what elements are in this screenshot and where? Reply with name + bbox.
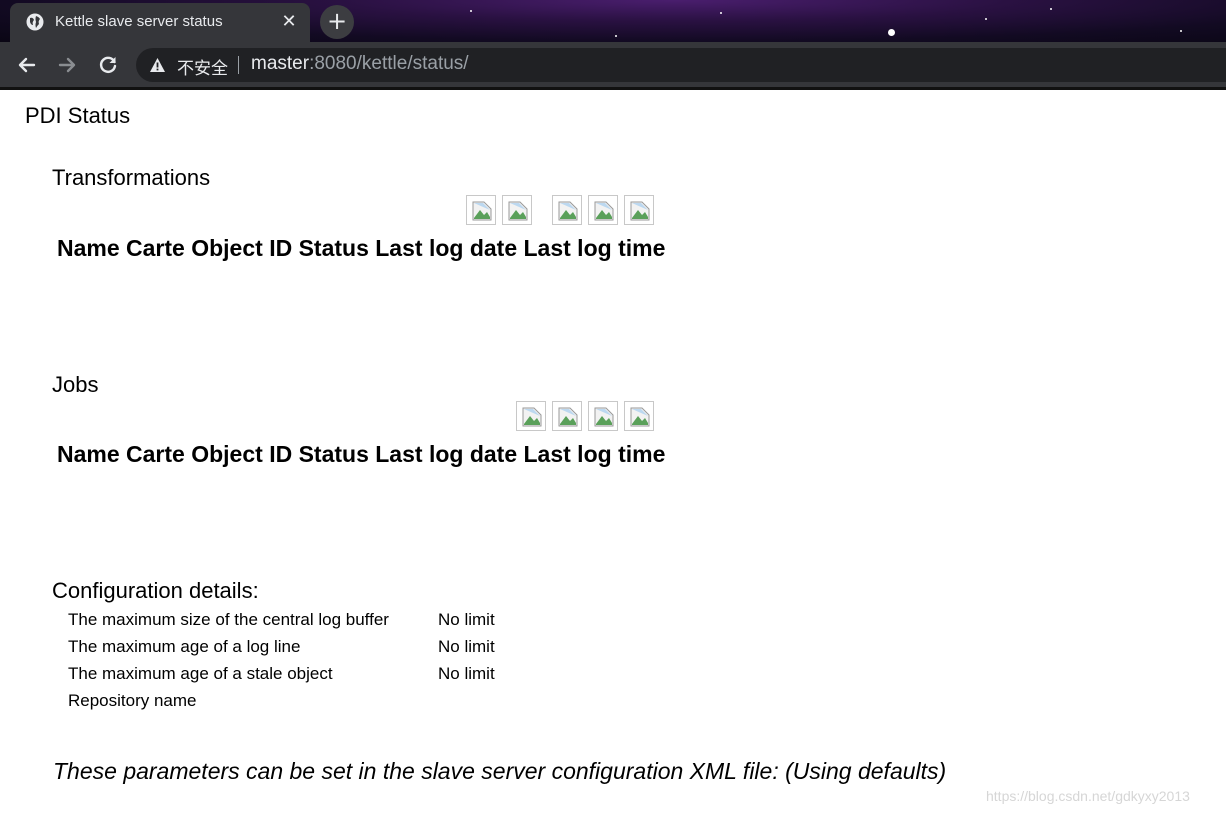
config-value: No limit xyxy=(438,637,495,656)
background-star xyxy=(985,18,987,20)
plus-icon[interactable]: + xyxy=(320,5,354,39)
omnibox-separator xyxy=(238,56,239,74)
url-host: master xyxy=(251,53,310,74)
background-star xyxy=(1180,30,1182,32)
address-bar[interactable]: 不安全 master:8080/kettle/status/ xyxy=(136,48,1226,82)
config-value: No limit xyxy=(438,610,495,629)
security-status[interactable]: 不安全 xyxy=(177,54,228,79)
reload-icon[interactable] xyxy=(95,52,121,78)
forward-arrow-icon[interactable] xyxy=(54,52,80,78)
page-content: PDI Status Transformations Name Carte Ob… xyxy=(0,90,1226,817)
active-tab[interactable]: Kettle slave server status ✕ xyxy=(10,3,310,42)
broken-image-icon[interactable] xyxy=(502,195,532,225)
url-path: :8080/kettle/status/ xyxy=(309,53,469,74)
tab-title: Kettle slave server status xyxy=(55,13,223,30)
url-text[interactable]: master:8080/kettle/status/ xyxy=(251,53,469,75)
broken-image-icon[interactable] xyxy=(552,195,582,225)
page-title: PDI Status xyxy=(25,103,131,128)
config-heading: Configuration details: xyxy=(52,578,259,603)
config-footnote: These parameters can be set in the slave… xyxy=(53,758,947,784)
broken-image-icon[interactable] xyxy=(588,401,618,431)
broken-image-icon[interactable] xyxy=(552,401,582,431)
config-label: The maximum age of a log line xyxy=(68,637,301,656)
jobs-heading: Jobs xyxy=(52,372,99,397)
background-star xyxy=(1050,8,1052,10)
globe-icon xyxy=(26,13,44,31)
broken-image-icon[interactable] xyxy=(466,195,496,225)
back-arrow-icon[interactable] xyxy=(14,52,40,78)
transformations-heading: Transformations xyxy=(52,165,211,190)
broken-image-icon[interactable] xyxy=(588,195,618,225)
config-label: The maximum size of the central log buff… xyxy=(68,610,389,629)
background-star xyxy=(470,10,472,12)
background-star xyxy=(615,35,617,37)
broken-image-icon[interactable] xyxy=(624,195,654,225)
background-star xyxy=(888,29,895,36)
config-label: The maximum age of a stale object xyxy=(68,664,333,683)
broken-image-icon[interactable] xyxy=(624,401,654,431)
warning-icon[interactable] xyxy=(149,57,166,73)
config-label: Repository name xyxy=(68,691,197,710)
background-star xyxy=(720,12,722,14)
close-icon[interactable]: ✕ xyxy=(278,11,300,33)
watermark: https://blog.csdn.net/gdkyxy2013 xyxy=(986,788,1190,804)
browser-toolbar: 不安全 master:8080/kettle/status/ xyxy=(0,42,1226,87)
jobs-table-header: Name Carte Object ID Status Last log dat… xyxy=(57,441,666,467)
tab-strip: Kettle slave server status ✕ + xyxy=(0,0,1226,42)
broken-image-icon[interactable] xyxy=(516,401,546,431)
config-value: No limit xyxy=(438,664,495,683)
transformations-table-header: Name Carte Object ID Status Last log dat… xyxy=(57,235,666,261)
